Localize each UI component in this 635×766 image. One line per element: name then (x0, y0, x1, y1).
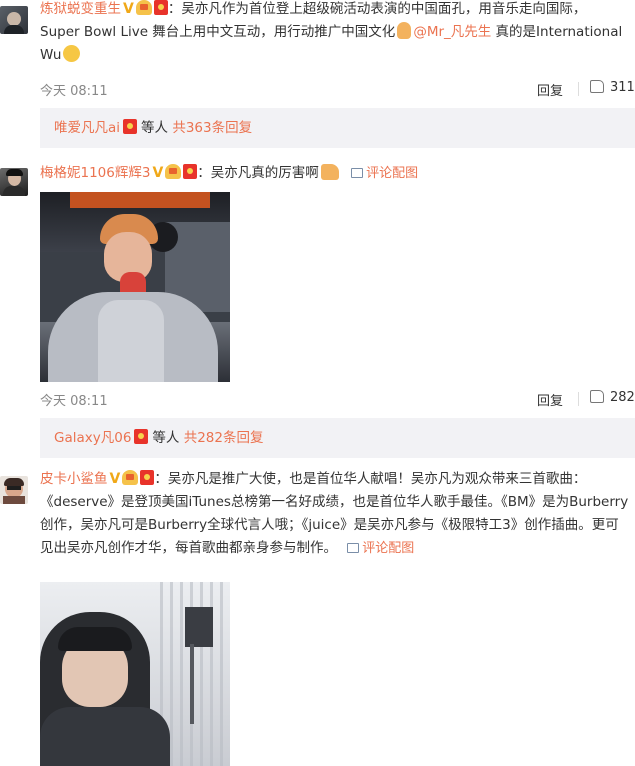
thumbs-up-icon (590, 390, 604, 403)
reply-button[interactable]: 回复 (537, 390, 563, 409)
divider (578, 392, 579, 406)
red-envelope-icon (140, 470, 155, 485)
comment-body: 炼狱蜕变重生 V ：吴亦凡作为首位登上超级碗活动表演的中国面孔，用音乐走向国际， S… (40, 0, 631, 67)
timestamp: 今天 08:11 (40, 394, 108, 409)
medal-icon (122, 470, 139, 485)
like-count: 2820 (610, 390, 635, 405)
view-replies-link[interactable]: 共363条回复 (172, 120, 252, 136)
red-envelope-icon (153, 0, 168, 15)
medal-icon (165, 164, 182, 179)
comment-text: Super Bowl Live 舞台上用中文互动，用行动推广中国文化 (40, 24, 396, 40)
like-count: 3113 (610, 80, 635, 95)
comment-3: 皮卡小鲨鱼 V ：吴亦凡是推广大使，也是首位华人献唱！吴亦凡为观众带来三首歌曲： 《… (0, 468, 635, 766)
comment-text: 吴亦凡是推广大使，也是首位华人献唱！吴亦凡为观众带来三首歌曲： (167, 471, 587, 487)
avatar[interactable] (0, 476, 28, 504)
mention-link[interactable]: @Mr_凡先生 (413, 24, 491, 40)
comment-1: 炼狱蜕变重生 V ：吴亦凡作为首位登上超级碗活动表演的中国面孔，用音乐走向国际， S… (0, 0, 635, 150)
comment-body: 皮卡小鲨鱼 V ：吴亦凡是推广大使，也是首位华人献唱！吴亦凡为观众带来三首歌曲： 《… (40, 468, 631, 560)
reply-button[interactable]: 回复 (537, 80, 563, 99)
sub-replies-bar: Galaxy凡06 等人 共282条回复 (40, 418, 635, 458)
comment-text: 见出吴亦凡创作才华，每首歌曲都亲身参与制作。 (40, 540, 337, 556)
comment-text: 创作，吴亦凡可是Burberry全球代言人哦；《juice》是吴亦凡参与《极限特… (40, 517, 619, 533)
hand-emoji-icon (397, 22, 412, 39)
sub-reply-user[interactable]: 唯爱凡凡ai (54, 120, 120, 136)
comment-picture-link[interactable]: 评论配图 (351, 166, 418, 181)
comment-picture-link[interactable]: 评论配图 (347, 541, 414, 556)
timestamp: 今天 08:11 (40, 84, 108, 99)
comment-photo[interactable] (40, 582, 230, 766)
comment-text: 《deserve》是登顶美国iTunes总榜第一名好成绩，也是首位华人歌手最佳。… (40, 494, 629, 510)
avatar[interactable] (0, 168, 28, 196)
view-replies-link[interactable]: 共282条回复 (184, 430, 264, 446)
verified-icon: V (123, 1, 134, 17)
like-button[interactable]: 2820 (590, 390, 635, 405)
divider (578, 82, 579, 96)
verified-icon: V (152, 165, 164, 181)
comment-username[interactable]: 梅格妮1106辉辉3 (40, 165, 150, 181)
red-envelope-icon (123, 119, 138, 134)
comment-text: 吴亦凡真的厉害啊 (210, 165, 319, 181)
comment-text: Wu (40, 47, 62, 63)
thumbs-up-icon (590, 80, 604, 93)
comment-username[interactable]: 皮卡小鲨鱼 (40, 471, 108, 487)
red-envelope-icon (183, 164, 198, 179)
comment-meta: 今天 08:11 回复 3113 (40, 80, 635, 100)
like-button[interactable]: 3113 (590, 80, 635, 95)
comment-photo[interactable] (40, 192, 230, 382)
sub-reply-text: 等人 (141, 120, 169, 136)
comment-text: 吴亦凡作为首位登上超级碗活动表演的中国面孔，用音乐走向国际， (181, 1, 587, 17)
verified-icon: V (109, 471, 121, 487)
avatar[interactable] (0, 6, 28, 34)
face-emoji-icon (63, 45, 81, 62)
medal-icon (135, 0, 152, 15)
comment-text: 真的是International (491, 24, 623, 40)
thumbs-up-emoji-icon (320, 164, 339, 180)
sub-replies-bar: 唯爱凡凡ai 等人 共363条回复 (40, 108, 635, 148)
red-envelope-icon (134, 429, 149, 444)
comment-body: 梅格妮1106辉辉3 V ：吴亦凡真的厉害啊 评论配图 (40, 162, 631, 185)
comment-username[interactable]: 炼狱蜕变重生 (40, 1, 121, 17)
sub-reply-user[interactable]: Galaxy凡06 (54, 430, 131, 446)
image-icon (347, 543, 360, 553)
comment-meta: 今天 08:11 回复 2820 (40, 390, 635, 410)
sub-reply-text: 等人 (152, 430, 180, 446)
image-icon (351, 168, 364, 178)
comment-2: 梅格妮1106辉辉3 V ：吴亦凡真的厉害啊 评论配图 今天 08:11 回复 28… (0, 160, 635, 458)
